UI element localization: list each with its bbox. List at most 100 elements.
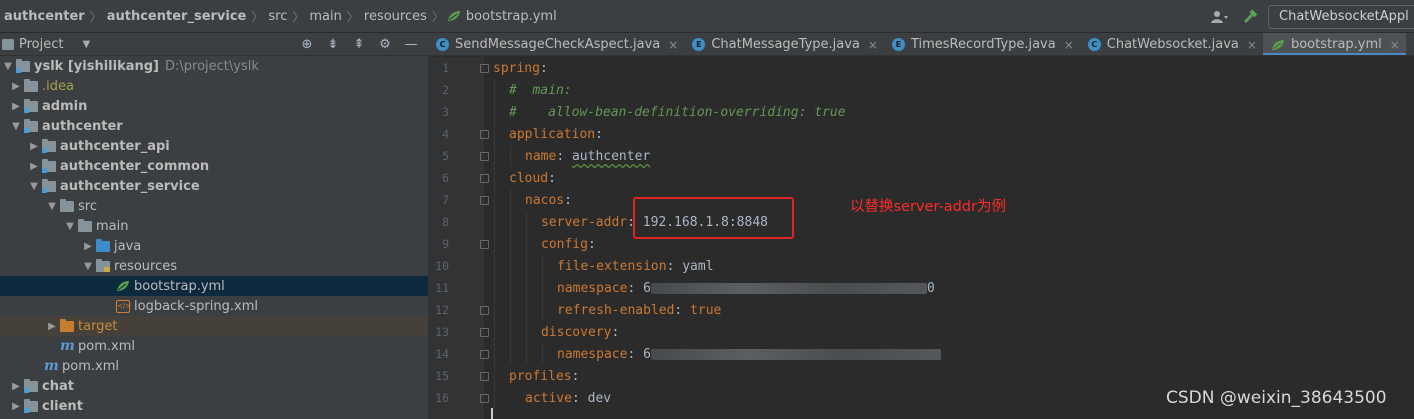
chevron-right-icon[interactable]: ▶ bbox=[80, 241, 96, 252]
chevron-right-icon[interactable]: ▶ bbox=[8, 401, 24, 412]
breadcrumb-bootstrap-yml[interactable]: bootstrap.yml bbox=[464, 9, 559, 24]
tree-item-bootstrap-yml[interactable]: bootstrap.yml bbox=[0, 276, 428, 296]
tab-bootstrap-yml[interactable]: bootstrap.yml × bbox=[1262, 33, 1406, 55]
tree-item-label: .idea bbox=[42, 78, 74, 94]
yaml-key: config bbox=[541, 237, 588, 252]
tree-item-target[interactable]: ▶ target bbox=[0, 316, 428, 336]
chevron-down-icon[interactable]: ▼ bbox=[0, 61, 16, 72]
breadcrumb-src[interactable]: src bbox=[266, 9, 289, 24]
code-line-1: spring: bbox=[493, 58, 548, 80]
run-configuration-select[interactable]: ChatWebsocketAppl bbox=[1268, 4, 1414, 29]
tree-item-resources[interactable]: ▼ resources bbox=[0, 256, 428, 276]
breadcrumb-authcenter[interactable]: authcenter bbox=[2, 9, 87, 24]
fold-icon[interactable] bbox=[480, 328, 489, 337]
tree-item-client[interactable]: ▶ client bbox=[0, 396, 428, 416]
code-line-12: refresh-enabled: true bbox=[557, 300, 721, 322]
collapse-all-icon[interactable]: ⇞ bbox=[350, 37, 368, 52]
yaml-key: namespace bbox=[557, 281, 628, 296]
toolbar-right: ChatWebsocketAppl bbox=[1208, 0, 1414, 33]
yaml-colon: : bbox=[587, 237, 596, 252]
maven-icon: m bbox=[60, 338, 75, 354]
expand-all-icon[interactable]: ⇟ bbox=[324, 37, 342, 52]
yaml-colon: : bbox=[564, 193, 572, 208]
close-icon[interactable]: × bbox=[1247, 38, 1257, 52]
tree-item-label: logback-spring.xml bbox=[134, 298, 258, 314]
class-icon: C bbox=[436, 38, 449, 51]
gear-icon[interactable]: ⚙ bbox=[376, 37, 394, 52]
run-configuration-label: ChatWebsocketAppl bbox=[1279, 9, 1409, 24]
chevron-down-icon[interactable]: ▼ bbox=[44, 201, 60, 212]
tab-times-record-type[interactable]: E TimesRecordType.java × bbox=[884, 33, 1080, 55]
fold-icon[interactable] bbox=[480, 130, 489, 139]
line-number: 16 bbox=[435, 391, 449, 405]
yaml-value: yaml bbox=[682, 259, 714, 274]
chevron-right-icon[interactable]: ▶ bbox=[8, 81, 24, 92]
chevron-right-icon[interactable]: ▶ bbox=[8, 381, 24, 392]
code-content[interactable]: spring: # main: # allow-bean-definition-… bbox=[428, 57, 941, 406]
tab-chat-message-type[interactable]: E ChatMessageType.java × bbox=[684, 33, 884, 55]
project-panel-tools: ⊕ ⇟ ⇞ ⚙ — bbox=[298, 33, 420, 56]
fold-icon[interactable] bbox=[480, 306, 489, 315]
user-icon[interactable] bbox=[1208, 6, 1232, 28]
tree-item-admin[interactable]: ▶ admin bbox=[0, 96, 428, 116]
tree-item-authcenter-common[interactable]: ▶ authcenter_common bbox=[0, 156, 428, 176]
resources-folder-icon bbox=[96, 258, 110, 272]
tree-item-idea[interactable]: ▶ .idea bbox=[0, 76, 428, 96]
tree-item-pom-authcenter[interactable]: m pom.xml bbox=[0, 356, 428, 376]
yaml-colon: : bbox=[627, 347, 636, 362]
tab-chat-websocket[interactable]: C ChatWebsocket.java × bbox=[1080, 33, 1263, 55]
tree-item-main[interactable]: ▼ main bbox=[0, 216, 428, 236]
build-hammer-icon[interactable] bbox=[1238, 6, 1262, 28]
tree-item-authcenter-api[interactable]: ▶ authcenter_api bbox=[0, 136, 428, 156]
indent-guide bbox=[494, 79, 495, 409]
close-icon[interactable]: × bbox=[1064, 38, 1074, 52]
chevron-right-icon[interactable]: ▶ bbox=[8, 101, 24, 112]
tree-item-authcenter[interactable]: ▼ authcenter bbox=[0, 116, 428, 136]
fold-icon[interactable] bbox=[480, 152, 489, 161]
tree-item-pom-service[interactable]: m pom.xml bbox=[0, 336, 428, 356]
yaml-colon: : bbox=[674, 303, 683, 318]
fold-icon[interactable] bbox=[480, 394, 489, 403]
tree-item-src[interactable]: ▼ src bbox=[0, 196, 428, 216]
fold-icon[interactable] bbox=[480, 240, 489, 249]
chevron-down-icon[interactable]: ▼ bbox=[80, 261, 96, 272]
yaml-colon: : bbox=[595, 127, 603, 142]
chevron-right-icon[interactable]: ▶ bbox=[44, 321, 60, 332]
tab-bootstrap-2[interactable]: bootstrap bbox=[1406, 33, 1414, 55]
fold-icon[interactable] bbox=[480, 372, 489, 381]
chevron-down-icon[interactable]: ▼ bbox=[62, 221, 78, 232]
tree-item-java[interactable]: ▶ java bbox=[0, 236, 428, 256]
folder-icon bbox=[78, 218, 92, 232]
code-editor[interactable]: 1 2 3 4 5 6 7 8 9 10 11 12 13 14 15 16 s… bbox=[428, 57, 1414, 419]
chevron-right-icon[interactable]: ▶ bbox=[26, 161, 42, 172]
close-icon[interactable]: × bbox=[1390, 38, 1400, 52]
fold-icon[interactable] bbox=[480, 196, 489, 205]
excluded-folder-icon bbox=[60, 318, 74, 332]
chevron-down-icon[interactable]: ▼ bbox=[26, 181, 42, 192]
project-folder-icon bbox=[2, 38, 14, 50]
indent-guide bbox=[542, 255, 543, 321]
tree-item-label: resources bbox=[114, 258, 178, 274]
code-line-15: profiles: bbox=[509, 366, 579, 388]
tree-item-label: bootstrap.yml bbox=[134, 278, 225, 294]
chevron-right-icon[interactable]: ▶ bbox=[26, 141, 42, 152]
project-view-selector[interactable]: Project ▼ bbox=[0, 37, 90, 52]
fold-icon[interactable] bbox=[480, 174, 489, 183]
tree-item-logback-xml[interactable]: </> logback-spring.xml bbox=[0, 296, 428, 316]
tab-send-message-check-aspect[interactable]: C SendMessageCheckAspect.java × bbox=[428, 33, 684, 55]
close-icon[interactable]: × bbox=[668, 38, 678, 52]
tree-item-authcenter-service[interactable]: ▼ authcenter_service bbox=[0, 176, 428, 196]
yaml-key: application bbox=[509, 127, 596, 142]
chevron-down-icon[interactable]: ▼ bbox=[8, 121, 24, 132]
breadcrumb-main[interactable]: main bbox=[307, 9, 343, 24]
fold-icon[interactable] bbox=[480, 350, 489, 359]
hide-icon[interactable]: — bbox=[402, 37, 420, 52]
line-number: 13 bbox=[435, 325, 449, 339]
breadcrumb-authcenter-service[interactable]: authcenter_service bbox=[105, 9, 249, 24]
tree-item-yslk[interactable]: ▼ yslk [yishilikang] D:\project\yslk bbox=[0, 56, 428, 76]
tree-item-chat[interactable]: ▶ chat bbox=[0, 376, 428, 396]
locate-icon[interactable]: ⊕ bbox=[298, 37, 316, 52]
close-icon[interactable]: × bbox=[868, 38, 878, 52]
fold-icon[interactable] bbox=[480, 64, 489, 73]
breadcrumb-resources[interactable]: resources bbox=[362, 9, 429, 24]
